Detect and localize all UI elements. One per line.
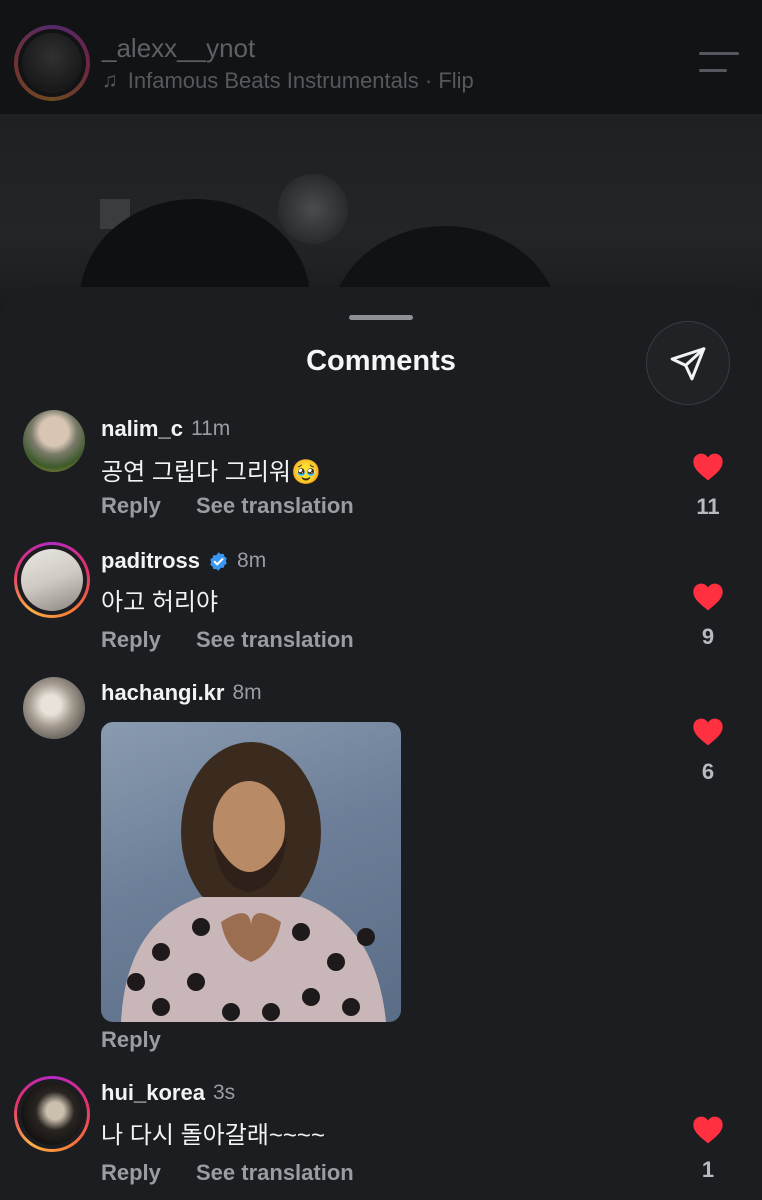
share-button[interactable] [646,321,730,405]
gif-illustration [121,742,386,1022]
comment-time: 11m [190,417,231,440]
comment-text: 공연 그립다 그리워🥹 [101,459,321,486]
reply-button[interactable]: Reply [101,1160,161,1185]
comment-time: 3s [212,1081,236,1104]
like-section: 9 [686,582,730,650]
reply-button[interactable]: Reply [101,627,161,652]
heart-icon[interactable] [692,1115,724,1145]
music-title: Infamous Beats Instrumentals · Flip [127,68,474,93]
comment-time: 8m [232,681,262,704]
video-background [0,114,762,314]
reply-button[interactable]: Reply [101,1027,161,1052]
comment-username[interactable]: paditross [101,548,200,574]
post-header: _alexx__ynot ♫ Infamous Beats Instrument… [0,0,762,114]
like-count: 9 [701,624,715,649]
heart-icon[interactable] [692,452,724,482]
gif-image[interactable] [101,722,401,1022]
like-count: 1 [701,1157,715,1182]
comment-text: 아고 허리야 [101,589,219,616]
avatar[interactable] [23,410,85,472]
like-count: 6 [701,759,715,784]
paper-plane-icon [670,347,706,381]
avatar[interactable] [23,677,85,739]
verified-badge-icon [210,551,227,571]
heart-icon[interactable] [692,717,724,747]
comment-time: 8m [237,549,267,572]
like-section: 1 [686,1115,730,1183]
post-music-info[interactable]: ♫ Infamous Beats Instrumentals · Flip [102,68,474,94]
menu-icon[interactable] [699,52,739,74]
comment-text: 나 다시 돌아갈래~~~~ [101,1122,325,1149]
music-note-icon: ♫ [102,69,118,92]
see-translation-button[interactable]: See translation [196,493,354,519]
comment-username[interactable]: hui_korea [101,1080,205,1106]
reply-button[interactable]: Reply [101,493,161,518]
like-count: 11 [696,494,720,519]
like-section: 6 [686,717,730,785]
see-translation-button[interactable]: See translation [196,1160,354,1186]
comment-username[interactable]: nalim_c [101,416,183,442]
comments-sheet: Comments nalim_c 11m 공연 그립다 그리워🥹 Reply S… [0,287,762,1200]
avatar[interactable] [14,1076,90,1152]
post-author-username[interactable]: _alexx__ynot [102,33,255,64]
heart-icon[interactable] [692,582,724,612]
avatar[interactable] [14,542,90,618]
comment-username[interactable]: hachangi.kr [101,680,224,706]
drag-handle[interactable] [349,315,413,320]
like-section: 11 [686,452,730,520]
post-author-avatar[interactable] [14,25,90,101]
see-translation-button[interactable]: See translation [196,627,354,653]
